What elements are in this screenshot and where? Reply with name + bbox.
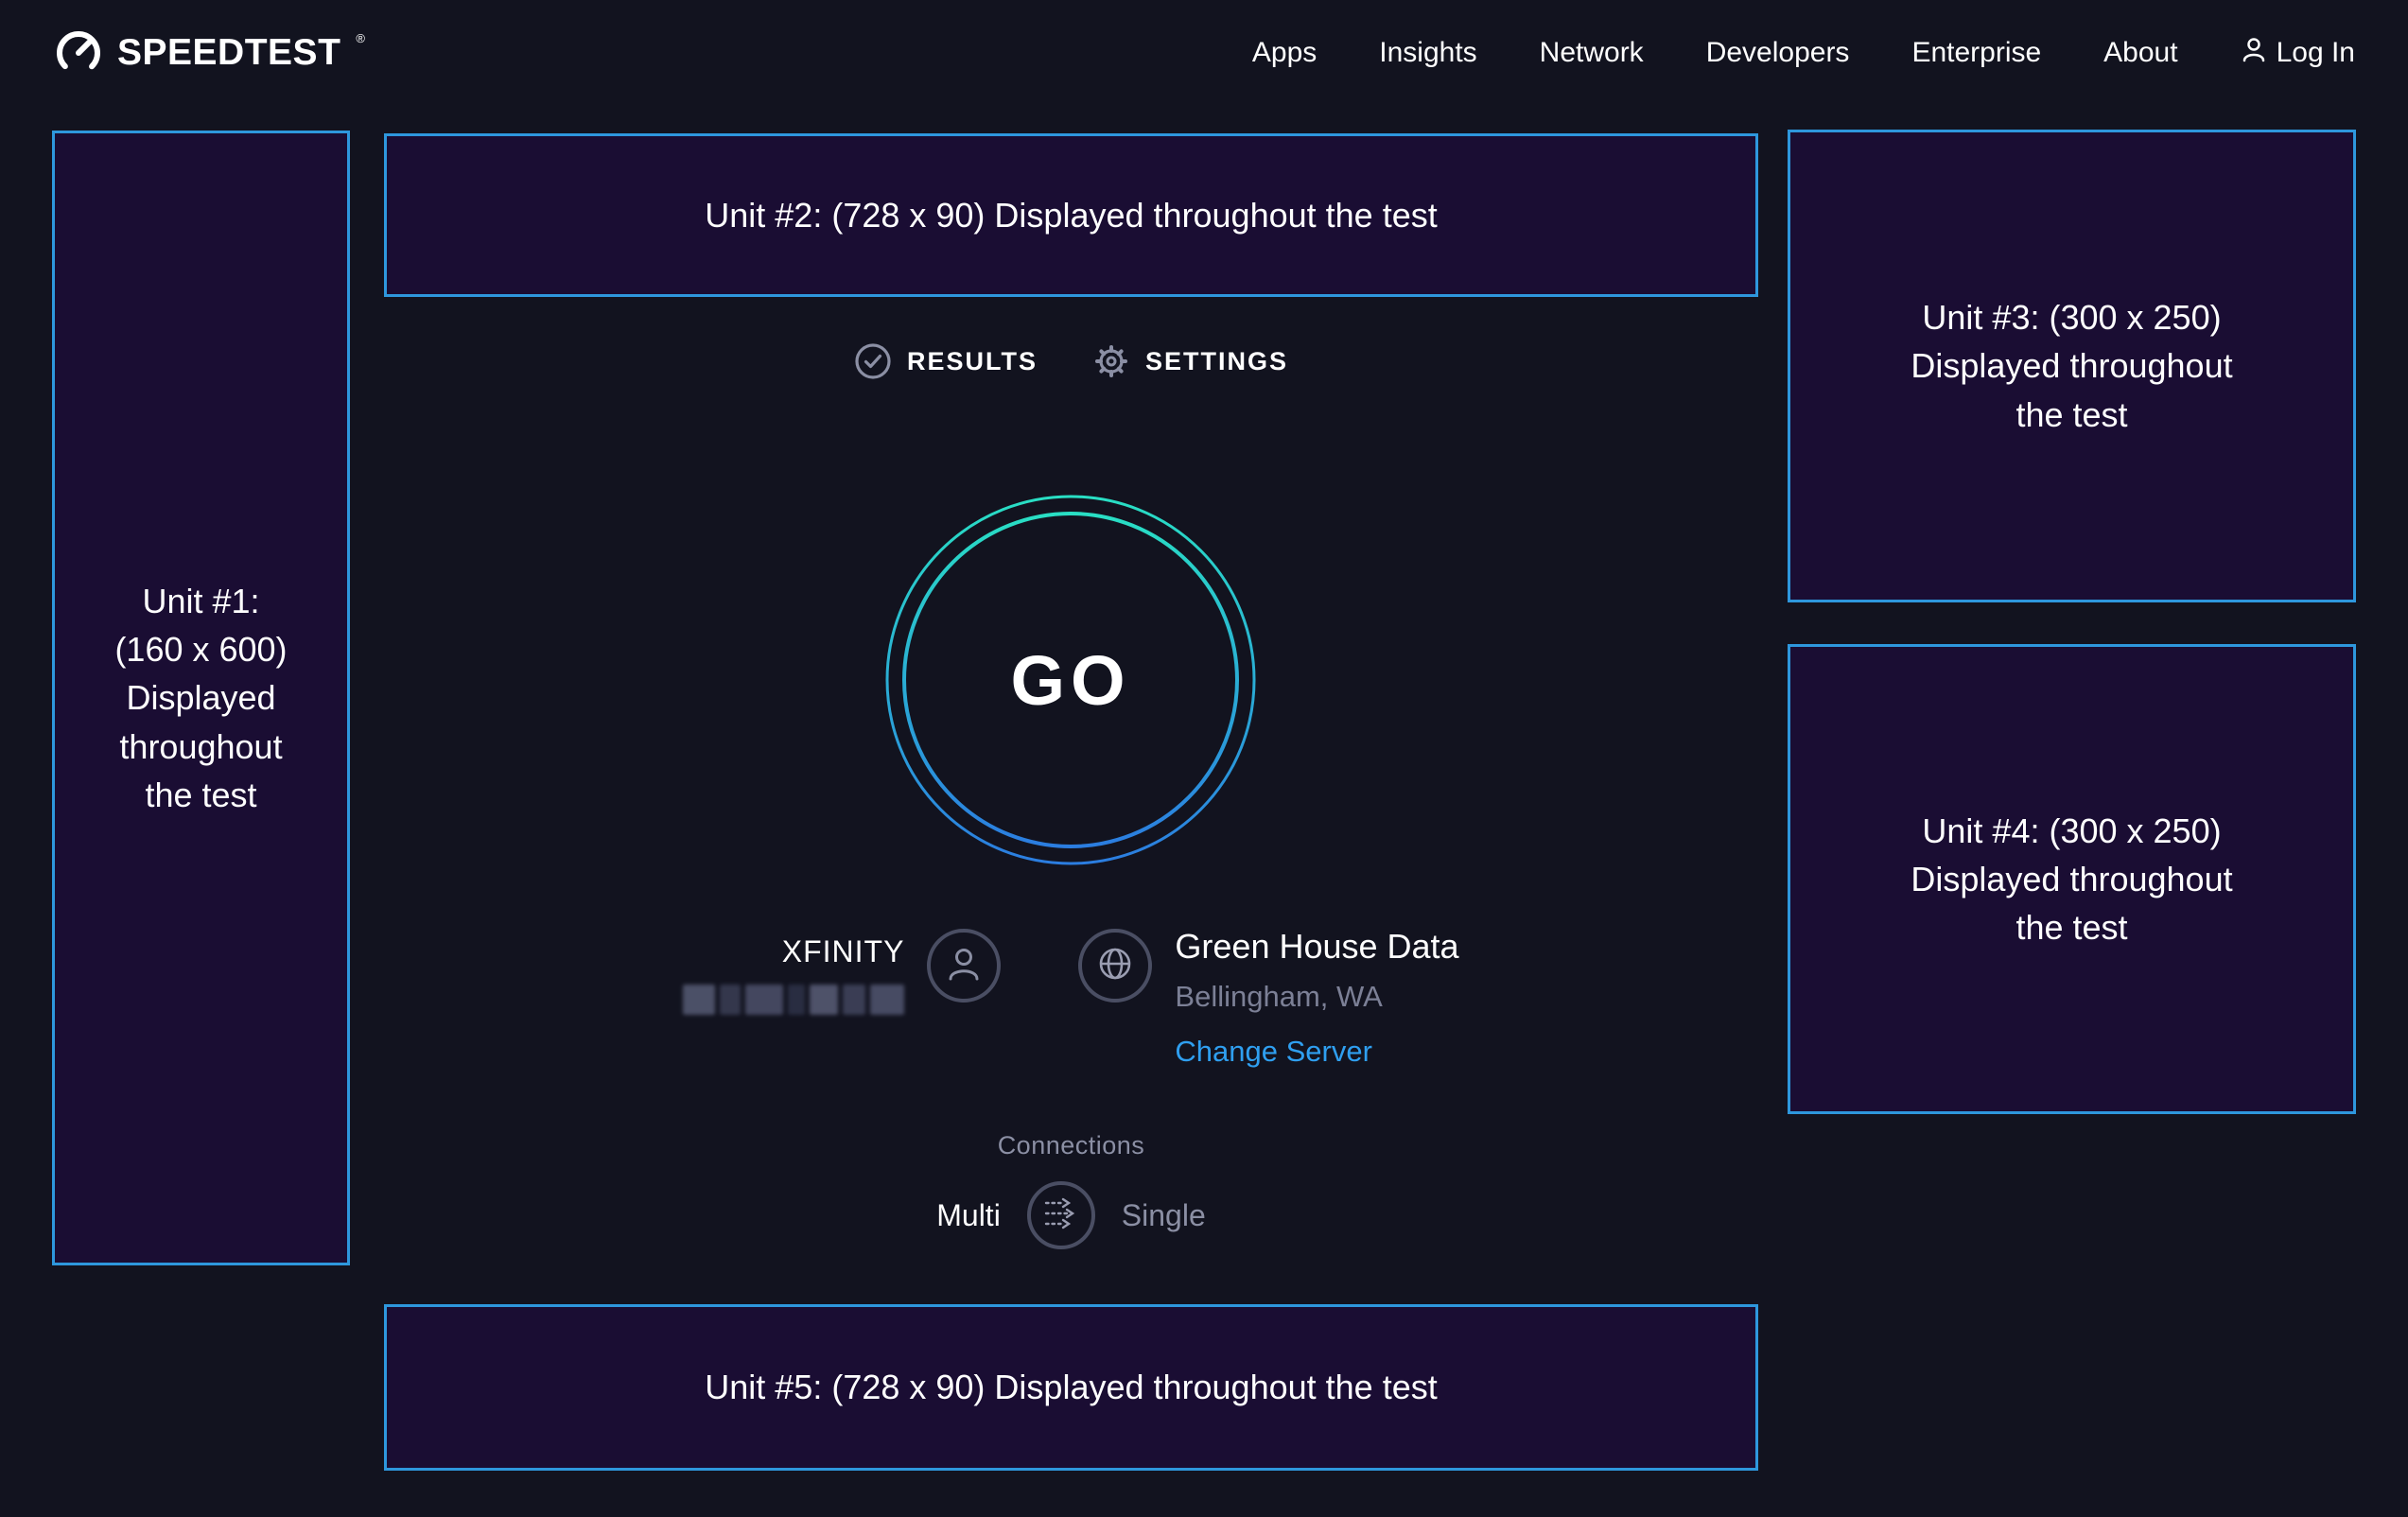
go-button[interactable]: GO (883, 493, 1258, 867)
brand-trademark: ® (356, 31, 365, 45)
nav-item-enterprise[interactable]: Enterprise (1911, 37, 2041, 69)
top-navigation: SPEEDTEST ® Apps Insights Network Develo… (0, 0, 2408, 106)
test-meta-row: XFINITY Green House Data (384, 919, 1758, 1069)
connections-multi-label[interactable]: Multi (936, 1198, 1001, 1233)
tab-settings[interactable]: SETTINGS (1092, 342, 1288, 380)
nav-item-developers[interactable]: Developers (1706, 37, 1850, 69)
view-tabs: RESULTS SETTINGS (384, 342, 1758, 380)
login-label: Log In (2277, 37, 2355, 69)
ad-unit-4-line: the test (2015, 903, 2127, 951)
go-button-label: GO (883, 493, 1258, 867)
connections-label: Connections (998, 1131, 1145, 1160)
ad-unit-1-line: Displayed (126, 673, 275, 722)
ad-unit-4[interactable]: Unit #4: (300 x 250) Displayed throughou… (1788, 644, 2356, 1114)
isp-info: XFINITY (683, 934, 904, 1015)
ad-unit-2-line: Unit #2: (728 x 90) Displayed throughout… (705, 191, 1437, 239)
check-circle-icon (854, 342, 892, 380)
nav-item-about[interactable]: About (2103, 37, 2177, 69)
tab-settings-label: SETTINGS (1145, 347, 1288, 376)
ad-unit-3-line: Unit #3: (300 x 250) (1922, 293, 2221, 341)
connections-single-label[interactable]: Single (1122, 1198, 1206, 1233)
ad-unit-2[interactable]: Unit #2: (728 x 90) Displayed throughout… (384, 133, 1758, 297)
brand-name: SPEEDTEST (117, 32, 340, 74)
speedtest-logo[interactable]: SPEEDTEST ® (53, 27, 363, 78)
connections-toggle[interactable] (1027, 1181, 1095, 1249)
nav-item-network[interactable]: Network (1540, 37, 1644, 69)
ad-unit-5[interactable]: Unit #5: (728 x 90) Displayed throughout… (384, 1304, 1758, 1471)
ad-unit-1-line: the test (145, 771, 256, 819)
server-name: Green House Data (1175, 927, 1458, 967)
ad-unit-3-line: the test (2015, 391, 2127, 439)
ad-unit-1-line: (160 x 600) (114, 625, 287, 673)
connections-section: Connections Multi Single (384, 1131, 1758, 1249)
nav-item-insights[interactable]: Insights (1379, 37, 1476, 69)
ad-unit-1-line: Unit #1: (142, 577, 259, 625)
tab-results[interactable]: RESULTS (854, 342, 1038, 380)
login-button[interactable]: Log In (2241, 35, 2355, 71)
ad-unit-3-line: Displayed throughout (1911, 341, 2232, 390)
user-icon (2241, 35, 2267, 71)
connections-toggle-row: Multi Single (936, 1181, 1206, 1249)
isp-avatar[interactable] (927, 929, 1001, 1003)
change-server-link[interactable]: Change Server (1175, 1035, 1372, 1069)
server-globe-badge[interactable] (1078, 929, 1152, 1003)
nav-items: Apps Insights Network Developers Enterpr… (1252, 35, 2355, 71)
ad-unit-4-line: Unit #4: (300 x 250) (1922, 807, 2221, 855)
isp-detail-redacted (683, 985, 904, 1015)
server-info: Green House Data Bellingham, WA Change S… (1175, 927, 1458, 1069)
server-location: Bellingham, WA (1175, 980, 1382, 1014)
ad-unit-4-line: Displayed throughout (1911, 855, 2232, 903)
nav-item-apps[interactable]: Apps (1252, 37, 1317, 69)
ad-unit-1-line: throughout (119, 723, 282, 771)
isp-name: XFINITY (782, 934, 905, 969)
ad-unit-5-line: Unit #5: (728 x 90) Displayed throughout… (705, 1363, 1437, 1411)
tab-results-label: RESULTS (907, 347, 1038, 376)
ad-unit-3[interactable]: Unit #3: (300 x 250) Displayed throughou… (1788, 130, 2356, 602)
gear-icon (1092, 342, 1130, 380)
person-icon (945, 944, 983, 988)
gauge-icon (53, 27, 104, 78)
multi-arrows-icon (1040, 1194, 1082, 1237)
globe-icon (1094, 943, 1136, 989)
ad-unit-1[interactable]: Unit #1: (160 x 600) Displayed throughou… (52, 131, 350, 1265)
